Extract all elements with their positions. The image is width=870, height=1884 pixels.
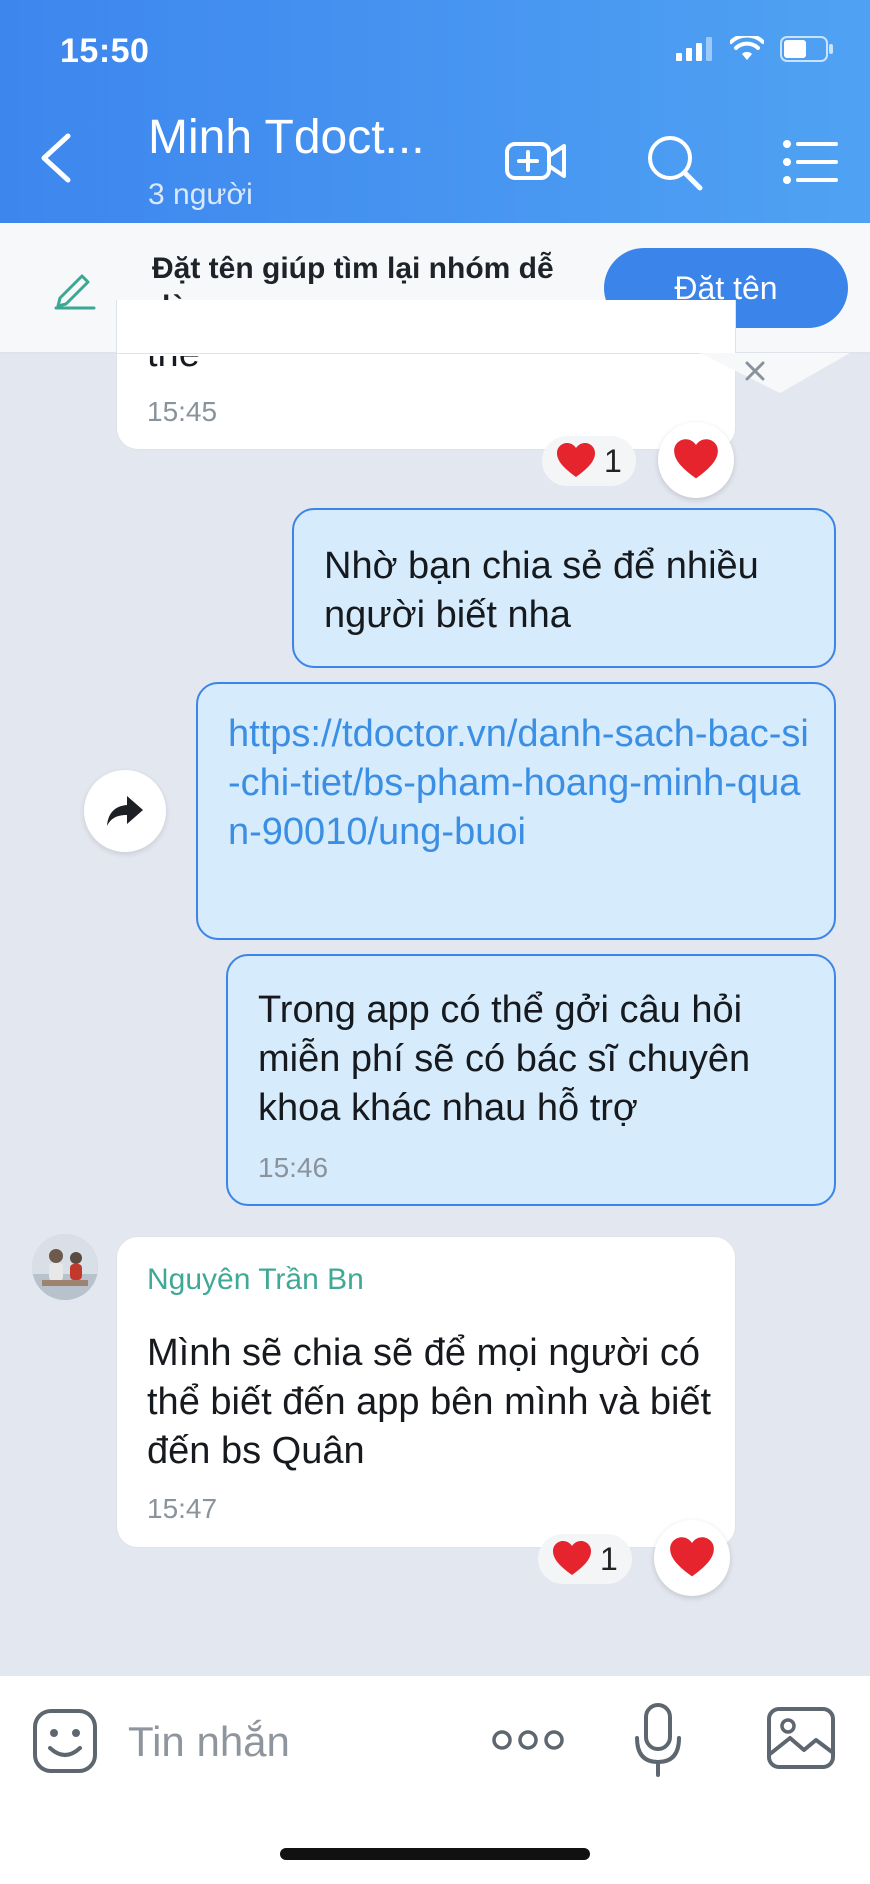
menu-icon[interactable] xyxy=(782,132,840,192)
reaction-count[interactable]: 1 xyxy=(542,436,636,486)
status-icons xyxy=(676,36,834,62)
message-bubble-outgoing[interactable]: Nhờ bạn chia sẻ để nhiều người biết nha xyxy=(292,508,836,668)
share-forward-button[interactable] xyxy=(84,770,166,852)
video-call-add-icon[interactable] xyxy=(504,132,568,192)
avatar[interactable] xyxy=(32,1234,98,1300)
more-icon[interactable] xyxy=(490,1722,566,1758)
reaction-count-value: 1 xyxy=(600,1540,618,1577)
heart-icon xyxy=(670,1537,714,1577)
pencil-icon xyxy=(54,274,96,310)
signal-icon xyxy=(676,37,712,61)
message-time: 15:45 xyxy=(147,396,218,427)
message-time: 15:47 xyxy=(147,1493,218,1524)
chat-header: 15:50 xyxy=(0,0,870,223)
search-icon[interactable] xyxy=(644,132,704,192)
heart-icon xyxy=(674,439,718,479)
message-link[interactable]: https://tdoctor.vn/danh-sach-bac-si-chi-… xyxy=(228,710,818,857)
message-text: Trong app có thể gởi câu hỏi miễn phí sẽ… xyxy=(258,989,751,1129)
message-bubble-incoming[interactable]: thể 15:45 xyxy=(116,300,736,450)
chat-title[interactable]: Minh Tdoct... xyxy=(148,110,425,165)
message-bubble-incoming[interactable]: Nguyên Trần Bn Mình sẽ chia sẽ để mọi ng… xyxy=(116,1236,736,1548)
message-text: thể xyxy=(147,333,200,375)
battery-icon xyxy=(780,36,833,62)
banner-tail xyxy=(700,353,850,393)
back-icon[interactable] xyxy=(34,130,82,186)
heart-icon xyxy=(557,443,595,477)
message-text: Nhờ bạn chia sẻ để nhiều người biết nha xyxy=(324,545,759,636)
microphone-icon[interactable] xyxy=(634,1702,682,1778)
react-button[interactable] xyxy=(654,1520,730,1596)
sender-name[interactable]: Nguyên Trần Bn xyxy=(147,1263,364,1297)
share-forward-icon xyxy=(107,796,143,826)
image-icon[interactable] xyxy=(766,1706,836,1770)
home-indicator[interactable] xyxy=(280,1848,590,1860)
react-button[interactable] xyxy=(658,422,734,498)
message-input[interactable] xyxy=(128,1710,468,1774)
emoji-icon[interactable] xyxy=(32,1708,98,1774)
avatar-photo xyxy=(32,1234,98,1300)
message-text: Mình sẽ chia sẽ để mọi người có thể biết… xyxy=(147,1332,712,1472)
message-time: 15:46 xyxy=(258,1152,329,1183)
close-icon[interactable] xyxy=(740,356,770,386)
member-count[interactable]: 3 người xyxy=(148,178,253,212)
reaction-count[interactable]: 1 xyxy=(538,1534,632,1584)
message-bubble-outgoing[interactable]: Trong app có thể gởi câu hỏi miễn phí sẽ… xyxy=(226,954,836,1206)
heart-icon xyxy=(553,1541,591,1575)
message-bubble-outgoing-link[interactable]: https://tdoctor.vn/danh-sach-bac-si-chi-… xyxy=(196,682,836,940)
status-time: 15:50 xyxy=(60,32,150,70)
wifi-icon xyxy=(730,36,764,60)
reaction-count-value: 1 xyxy=(604,442,622,479)
